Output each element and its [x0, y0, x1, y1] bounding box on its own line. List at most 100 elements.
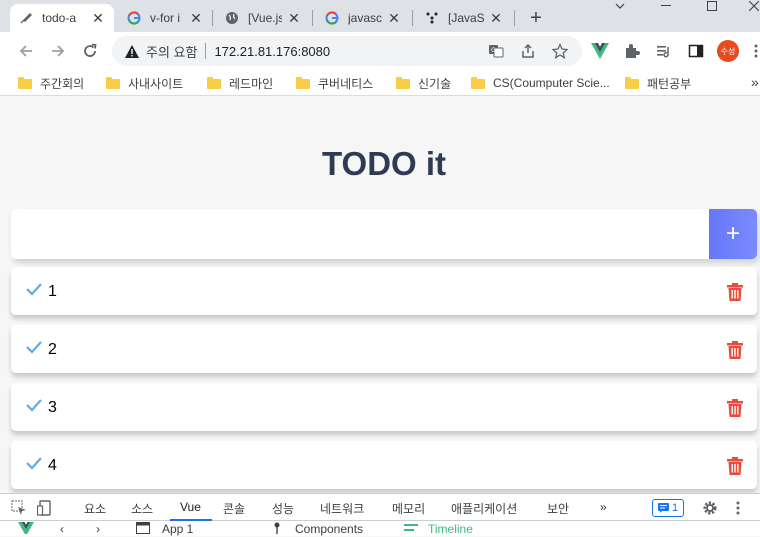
devtools-tab-elements[interactable]: 요소 — [84, 500, 106, 517]
security-label[interactable]: 주의 요함 — [146, 42, 197, 61]
app-selector[interactable]: App 1 — [162, 522, 193, 536]
trash-icon[interactable] — [727, 283, 743, 301]
tab-separator — [412, 10, 413, 26]
trash-icon[interactable] — [727, 399, 743, 417]
trash-icon[interactable] — [727, 457, 743, 475]
browser-tab-vfor[interactable]: v-for i ✕ — [118, 4, 212, 32]
folder-icon — [106, 77, 120, 89]
browser-tab-todo[interactable]: todo-a ✕ — [10, 4, 114, 32]
tab-title: todo-a — [42, 11, 77, 25]
bookmark-item[interactable]: 주간회의 — [18, 74, 84, 92]
check-icon[interactable] — [25, 455, 43, 471]
tab-title: [Vue.js — [248, 11, 282, 25]
side-panel-icon[interactable] — [686, 41, 706, 61]
extensions-icon[interactable] — [622, 41, 642, 61]
check-icon[interactable] — [25, 397, 43, 413]
chevron-right-icon[interactable]: › — [96, 522, 100, 536]
devtools-tab-network[interactable]: 네트워크 — [320, 500, 364, 517]
todo-favicon-icon — [18, 10, 34, 26]
address-bar[interactable]: 주의 요함 172.21.81.176:8080 G — [112, 36, 582, 66]
todo-text: 1 — [48, 283, 57, 300]
close-tab-icon[interactable]: ✕ — [386, 10, 402, 26]
devtools-tab-performance[interactable]: 성능 — [272, 500, 294, 517]
close-tab-icon[interactable]: ✕ — [188, 10, 204, 26]
bookmark-item[interactable]: 레드마인 — [207, 74, 273, 92]
devtools-tab-sources[interactable]: 소스 — [131, 500, 153, 517]
bookmark-item[interactable]: 신기술 — [396, 74, 451, 92]
timeline-tab[interactable]: Timeline — [428, 522, 473, 536]
devtools-menu-kebab-icon[interactable] — [729, 499, 747, 517]
add-todo-button[interactable]: + — [709, 209, 757, 259]
close-tab-icon[interactable]: ✕ — [90, 10, 106, 26]
todo-text: 2 — [48, 341, 57, 358]
tab-separator — [212, 10, 213, 26]
trash-icon[interactable] — [727, 341, 743, 359]
close-tab-icon[interactable]: ✕ — [286, 10, 302, 26]
vue-logo-icon — [18, 522, 34, 537]
todo-text: 3 — [48, 399, 57, 416]
check-icon[interactable] — [25, 339, 43, 355]
folder-icon — [625, 77, 639, 89]
folder-icon — [296, 77, 310, 89]
close-tab-icon[interactable]: ✕ — [488, 10, 504, 26]
velog-icon — [424, 10, 440, 26]
devtools-tab-memory[interactable]: 메모리 — [392, 500, 425, 517]
separator — [205, 43, 207, 59]
bookmark-star-icon[interactable] — [550, 41, 570, 61]
tab-search-icon[interactable] — [604, 0, 636, 12]
device-toolbar-icon[interactable] — [36, 499, 54, 517]
warning-icon[interactable] — [124, 43, 140, 59]
bookmarks-bar: 주간회의 사내사이트 레드마인 쿠버네티스 신기술 CS(Coumputer S… — [0, 70, 760, 96]
bookmark-item[interactable]: 패턴공부 — [625, 74, 691, 92]
todo-item: 2 — [11, 325, 757, 373]
chevron-left-icon[interactable]: ‹ — [60, 522, 64, 536]
browser-tab-javascript-velog[interactable]: [JavaSc ✕ — [416, 4, 512, 32]
active-tab-indicator — [170, 519, 212, 521]
close-window-icon[interactable] — [738, 0, 760, 12]
devtools-tab-console[interactable]: 콘솔 — [223, 500, 245, 517]
issues-badge[interactable]: 1 — [652, 499, 684, 517]
bookmark-item[interactable]: 사내사이트 — [106, 74, 183, 92]
minimize-icon[interactable] — [650, 0, 682, 12]
issues-count: 1 — [671, 502, 679, 514]
translate-icon[interactable]: G — [486, 41, 506, 61]
devtools-settings-gear-icon[interactable] — [701, 499, 719, 517]
vue-devtools-icon[interactable] — [590, 41, 610, 61]
todo-input[interactable] — [11, 209, 709, 259]
reload-icon[interactable] — [78, 39, 102, 63]
devtools-tab-bar: 요소 소스 Vue 콘솔 성능 네트워크 메모리 애플리케이션 보안 » 1 — [0, 494, 760, 521]
bookmark-item[interactable]: CS(Coumputer Scie... — [471, 74, 610, 92]
inspect-element-icon[interactable] — [10, 499, 28, 517]
bookmark-label: 레드마인 — [229, 76, 274, 91]
profile-avatar[interactable]: 수성 — [717, 40, 739, 62]
folder-icon — [396, 77, 410, 89]
devtools-tab-security[interactable]: 보안 — [547, 500, 569, 517]
forward-icon[interactable] — [46, 39, 70, 63]
tab-separator — [312, 10, 313, 26]
menu-kebab-icon[interactable] — [746, 41, 760, 61]
share-icon[interactable] — [518, 41, 538, 61]
components-tab[interactable]: Components — [295, 522, 363, 536]
bookmark-label: 패턴공부 — [647, 76, 692, 91]
google-icon — [126, 10, 142, 26]
browser-tab-vuejs[interactable]: [Vue.js ✕ — [216, 4, 310, 32]
url-text[interactable]: 172.21.81.176:8080 — [214, 44, 330, 59]
devtools-more-tabs[interactable]: » — [600, 500, 607, 514]
plus-icon: + — [725, 220, 740, 247]
folder-icon — [207, 77, 221, 89]
devtools-tab-application[interactable]: 애플리케이션 — [451, 500, 517, 517]
browser-toolbar: 주의 요함 172.21.81.176:8080 G 수성 — [0, 32, 760, 70]
components-tree-icon — [272, 522, 282, 537]
folder-icon — [471, 77, 485, 89]
new-tab-button[interactable]: + — [524, 6, 548, 30]
back-icon[interactable] — [14, 39, 38, 63]
bookmarks-overflow-button[interactable]: » — [751, 74, 759, 90]
devtools-tab-vue[interactable]: Vue — [180, 500, 201, 514]
bookmark-item[interactable]: 쿠버네티스 — [296, 74, 373, 92]
check-icon[interactable] — [25, 281, 43, 297]
media-queue-icon[interactable] — [654, 41, 674, 61]
browser-tab-javascript[interactable]: javascr ✕ — [316, 4, 410, 32]
vue-devtools-toolbar: ‹ › App 1 Components Timeline — [0, 522, 760, 537]
maximize-icon[interactable] — [696, 0, 728, 12]
devtools-panel: 요소 소스 Vue 콘솔 성능 네트워크 메모리 애플리케이션 보안 » 1 ‹… — [0, 493, 760, 536]
